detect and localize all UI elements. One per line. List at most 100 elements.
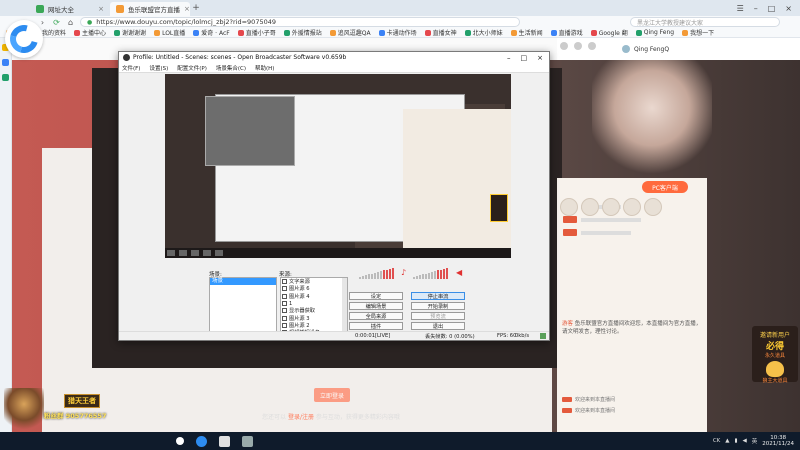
bookmark-item[interactable]: 追风逗趣QA [329,28,371,37]
browser-taskbar-icon[interactable] [196,435,207,447]
close-tab-icon[interactable]: × [98,5,104,13]
menu-scene-collection[interactable]: 场景集合(C) [216,64,246,72]
sidebar-app-icon[interactable] [2,59,9,66]
minimize-icon[interactable]: – [507,54,511,62]
settings-button[interactable]: 设定 [349,292,403,300]
obs-preview[interactable] [165,74,511,258]
bookmark-item[interactable]: 直播游戏 [550,28,583,37]
source-item[interactable]: 1 [281,300,347,307]
exit-button[interactable]: 退出 [411,322,465,330]
scene-item[interactable]: 场景 [210,278,276,285]
browser-logo-icon [4,19,44,59]
gift-icon[interactable] [581,198,599,216]
close-window-icon[interactable]: × [785,4,792,13]
source-item[interactable]: 图片源 4 [281,293,347,300]
bookmark-item[interactable]: 外援情报站 [283,28,322,37]
source-item[interactable]: 图片源 6 [281,285,347,292]
source-checkbox[interactable] [282,286,287,292]
gift-icon[interactable] [644,198,662,216]
bookmark-item[interactable]: 直播小子哥 [237,28,276,37]
ime-language[interactable]: 英 [752,437,758,445]
bookmark-item[interactable]: 谢谢谢谢 [114,28,146,37]
source-item[interactable]: 图片源 3 [281,314,347,322]
gift-icon[interactable] [560,198,578,216]
bookmark-item[interactable]: Qing Feng [635,29,674,36]
login-link[interactable]: 登录/注册 [288,414,314,421]
source-checkbox[interactable] [282,279,287,285]
menu-file[interactable]: 文件(F) [122,64,140,72]
bookmark-item[interactable]: 爱奇 · AcF [193,28,230,37]
preview-stream-button[interactable]: 预览流 [411,312,465,320]
promo-banner[interactable]: 邀请新用户 必得 永久道具 狼主大道具 [752,326,798,384]
bookmark-item[interactable]: 北大小师妹 [464,28,503,37]
login-button[interactable]: 立即登录 [314,388,350,402]
bookmark-item[interactable]: LOL直播 [154,28,185,37]
scrollbar[interactable] [342,278,347,338]
message-icon[interactable] [588,42,596,51]
tray-icon[interactable]: ▲ [725,438,729,444]
reload-icon[interactable]: ⟳ [52,18,61,27]
promo-big: 必得 [765,342,784,352]
bookmark-item[interactable]: 我想一下 [682,28,714,37]
edit-scene-button[interactable]: 编辑场景 [349,302,403,310]
bookmark-item[interactable]: Google 翻 [590,28,628,37]
streamer-qq: 粉丝群 905776557 [44,412,107,420]
url-field[interactable]: ● https://www.douyu.com/topic/lolmcj_zbj… [80,17,520,27]
pc-client-button[interactable]: PC客户端 [642,181,688,193]
home-icon[interactable]: ⌂ [66,18,75,27]
source-item[interactable]: 文字来源 [281,278,347,285]
source-checkbox[interactable] [282,315,287,321]
obs-taskbar-icon[interactable] [219,435,230,447]
tab-navigation[interactable]: 网址大全 × [30,2,110,16]
scenes-list[interactable]: 场景 [209,277,277,339]
maximize-icon[interactable]: □ [521,54,528,62]
gift-icon[interactable] [602,198,620,216]
header-icons [560,42,596,51]
source-checkbox[interactable] [282,301,287,307]
source-item[interactable]: 显示器获取 [281,307,347,314]
source-checkbox[interactable] [282,308,287,314]
menu-settings[interactable]: 设置(S) [149,64,168,72]
bookmark-item[interactable]: 主播中心 [74,28,106,37]
bookmark-icon [329,29,336,36]
minimize-icon[interactable]: – [754,4,758,13]
source-checkbox[interactable] [282,293,287,299]
start-record-button[interactable]: 开始录制 [411,302,465,310]
source-checkbox[interactable] [282,322,287,328]
sources-list[interactable]: 文字来源图片源 6图片源 41显示器获取图片源 3图片源 2视频捕捉设备 [280,277,348,339]
close-window-icon[interactable]: × [537,54,543,62]
user-info[interactable]: Qing FengQ [622,45,669,53]
microphone-icon[interactable]: ♪ [401,268,406,277]
stop-stream-button[interactable]: 停止串流 [411,292,465,300]
preview-nested-chat [403,109,511,249]
history-icon[interactable] [560,42,568,51]
network-icon[interactable]: ▮ [735,438,738,444]
search-input[interactable]: 黑龙江大学教授建议大家 [630,17,780,27]
sidebar-app-icon[interactable] [2,74,9,81]
forward-icon[interactable]: › [38,18,47,27]
menu-help[interactable]: 帮助(H) [255,64,274,72]
volume-icon[interactable]: ◀ [743,438,747,444]
bookmark-icon [635,29,642,36]
menu-profile[interactable]: 配置文件(P) [177,64,207,72]
address-toolbar: ‹ › ⟳ ⌂ ● https://www.douyu.com/topic/lo… [0,16,800,28]
source-item[interactable]: 图片源 2 [281,322,347,329]
clock[interactable]: 10:38 2021/11/24 [762,435,794,447]
speaker-icon[interactable]: ◀ [456,268,462,277]
new-tab-button[interactable]: + [190,3,202,13]
bookmark-item[interactable]: 生活新闻 [510,28,543,37]
global-sources-button[interactable]: 全局来源 [349,312,403,320]
app-taskbar-icon[interactable] [242,435,253,447]
bookmark-item[interactable]: 卡通动作场 [378,28,417,37]
window-controls: ☰ – □ × [737,4,800,13]
gift-icon[interactable] [623,198,641,216]
close-tab-icon[interactable]: × [184,5,190,13]
plugins-button[interactable]: 插件 [349,322,403,330]
clock-date: 2021/11/24 [762,441,794,447]
tab-douyu[interactable]: 鱼乐联盟官方直播 × [110,2,190,16]
maximize-icon[interactable]: □ [768,4,776,13]
skin-icon[interactable]: ☰ [737,4,744,13]
search-icon[interactable] [176,437,184,445]
bookmark-item[interactable]: 直播女神 [424,28,457,37]
follow-icon[interactable] [574,42,582,51]
